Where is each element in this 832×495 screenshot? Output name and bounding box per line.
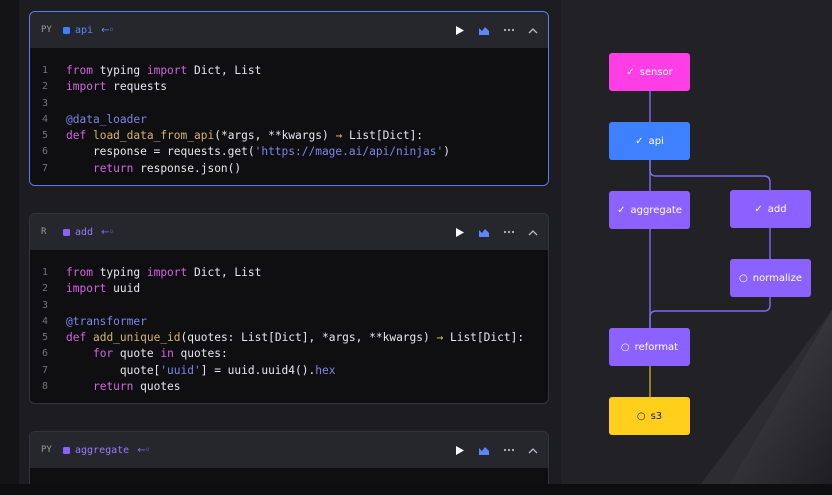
- graph-node-sensor[interactable]: ✓ sensor: [609, 53, 690, 91]
- graph-node-s3[interactable]: ○ s3: [609, 397, 690, 435]
- check-icon: ✓: [635, 135, 644, 147]
- bottom-bar: [0, 484, 832, 495]
- edge-normalize-reformat: [649, 297, 771, 328]
- graph-node-api[interactable]: ✓ api: [609, 122, 690, 160]
- check-icon: ✓: [617, 204, 626, 216]
- node-label: aggregate: [630, 204, 682, 216]
- graph-edges: [649, 91, 771, 397]
- node-label: add: [767, 203, 787, 215]
- check-icon: ✓: [754, 203, 763, 215]
- edge-api-add: [649, 160, 771, 190]
- node-label: normalize: [752, 272, 802, 284]
- graph-node-reformat[interactable]: ○ reformat: [609, 328, 690, 366]
- check-icon: ✓: [626, 66, 635, 78]
- node-label: api: [648, 135, 664, 147]
- graph-node-aggregate[interactable]: ✓ aggregate: [609, 191, 690, 229]
- pending-circle-icon: ○: [739, 272, 748, 284]
- graph-node-add[interactable]: ✓ add: [730, 190, 811, 228]
- node-label: s3: [650, 410, 663, 422]
- pending-circle-icon: ○: [636, 410, 646, 422]
- pending-circle-icon: ○: [620, 341, 630, 353]
- graph-node-normalize[interactable]: ○ normalize: [730, 259, 811, 297]
- node-label: reformat: [634, 341, 679, 353]
- node-label: sensor: [639, 66, 673, 78]
